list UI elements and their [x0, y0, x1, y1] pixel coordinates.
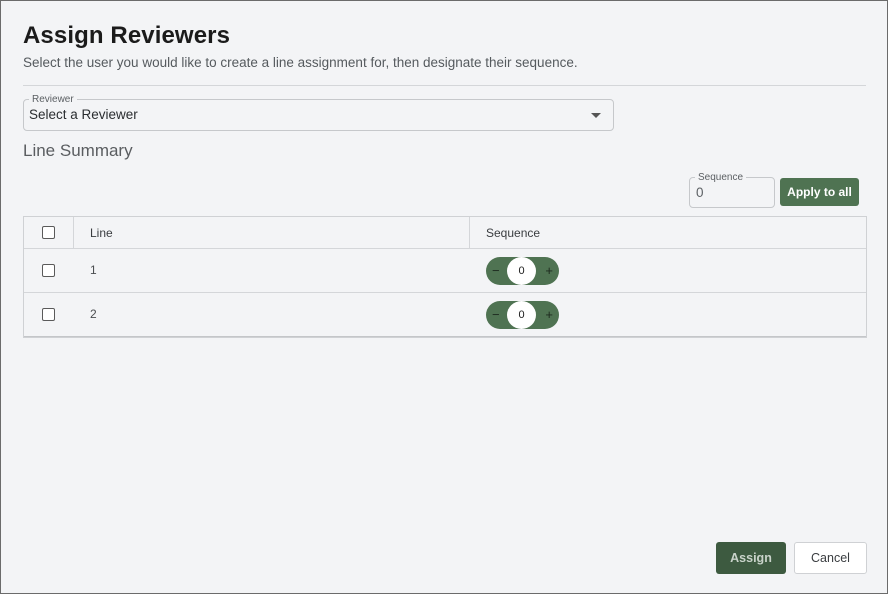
line-table: Line Sequence 1 − 0 + 2 − 0 + — [23, 216, 867, 338]
row-checkbox[interactable] — [42, 264, 55, 277]
column-divider — [73, 217, 74, 249]
assign-button[interactable]: Assign — [716, 542, 786, 574]
line-number: 1 — [90, 263, 97, 277]
caret-down-icon — [591, 113, 601, 118]
decrement-button[interactable]: − — [492, 307, 500, 322]
column-header-sequence: Sequence — [486, 226, 541, 240]
sequence-value[interactable]: 0 — [507, 257, 536, 285]
table-header-row: Line Sequence — [24, 217, 866, 249]
reviewer-label: Reviewer — [29, 94, 77, 105]
reviewer-select[interactable]: Reviewer Select a Reviewer — [23, 94, 614, 131]
increment-button[interactable]: + — [545, 263, 553, 278]
select-all-checkbox[interactable] — [42, 226, 55, 239]
divider — [23, 85, 866, 86]
sequence-input[interactable]: Sequence 0 — [689, 172, 775, 208]
line-summary-title: Line Summary — [23, 141, 133, 160]
sequence-input-label: Sequence — [695, 172, 747, 183]
sequence-input-value: 0 — [696, 185, 704, 200]
reviewer-value: Select a Reviewer — [29, 107, 138, 122]
increment-button[interactable]: + — [545, 307, 553, 322]
assign-reviewers-dialog: Assign Reviewers Select the user you wou… — [0, 0, 888, 594]
table-row: 2 − 0 + — [24, 293, 866, 337]
apply-to-all-button[interactable]: Apply to all — [780, 178, 859, 206]
sequence-stepper: − 0 + — [486, 257, 559, 285]
cancel-button[interactable]: Cancel — [794, 542, 867, 574]
dialog-title: Assign Reviewers — [23, 22, 231, 49]
dialog-subtitle: Select the user you would like to create… — [23, 55, 578, 70]
row-checkbox[interactable] — [42, 308, 55, 321]
line-number: 2 — [90, 307, 97, 321]
sequence-stepper: − 0 + — [486, 301, 559, 329]
decrement-button[interactable]: − — [492, 263, 500, 278]
column-divider — [469, 217, 470, 249]
column-header-line: Line — [90, 226, 113, 240]
sequence-value[interactable]: 0 — [507, 301, 536, 329]
table-row: 1 − 0 + — [24, 249, 866, 293]
